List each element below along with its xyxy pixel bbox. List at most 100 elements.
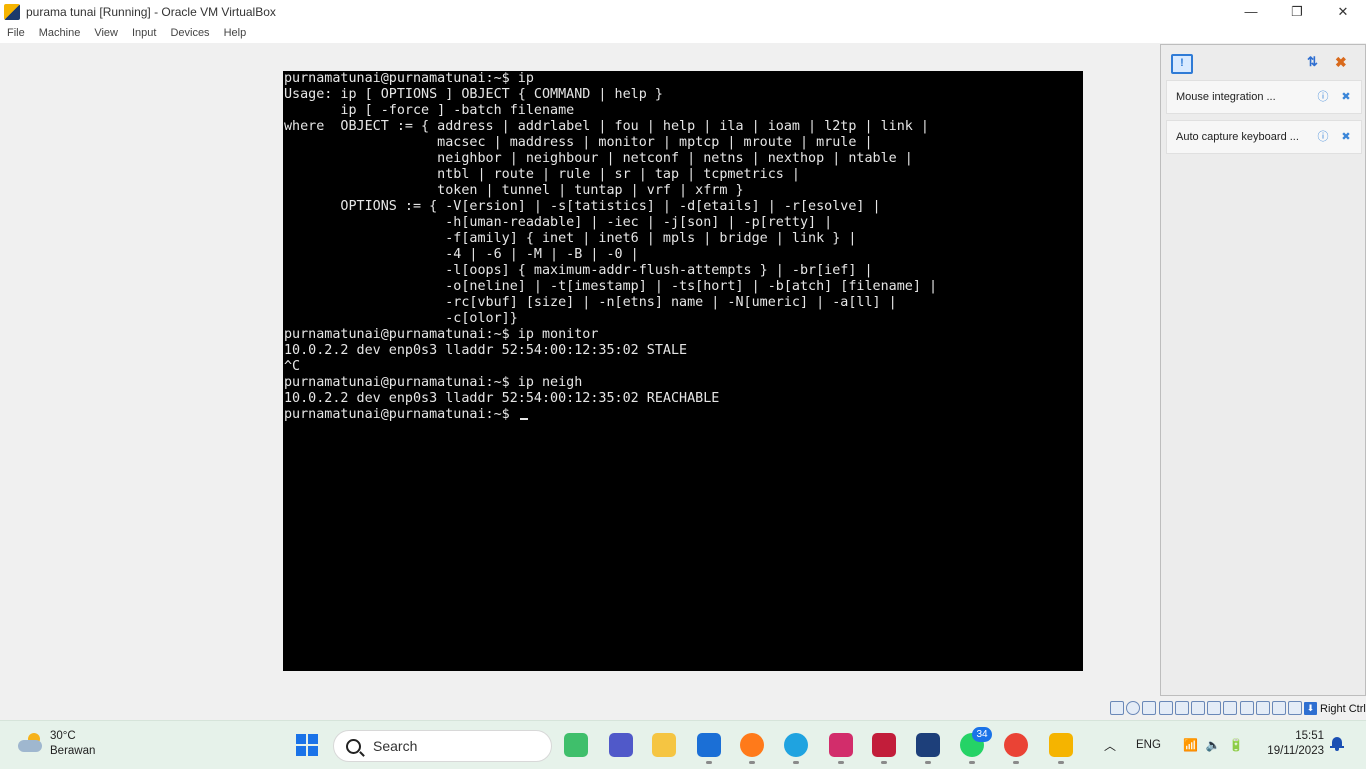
close-icon[interactable]: ✖ (1338, 89, 1354, 105)
virtualbox-icon[interactable] (916, 733, 940, 757)
cpu-icon[interactable] (1239, 701, 1254, 715)
running-indicator (881, 761, 887, 764)
menu-machine[interactable]: Machine (32, 27, 88, 39)
file-explorer-icon[interactable] (652, 733, 676, 757)
sort-icon[interactable]: ⇅ (1307, 54, 1323, 70)
terminal-line: purnamatunai@purnamatunai:~$ ip neigh (284, 375, 583, 390)
system-tray: ︿ ENG 📶 🔈 🔋 (1104, 721, 1252, 769)
dismiss-all-icon[interactable]: ✖ (1335, 54, 1351, 70)
search-placeholder: Search (373, 738, 418, 754)
terminal-line: ip [ -force ] -batch filename (284, 103, 575, 118)
host-key-label: Right Ctrl (1320, 702, 1366, 715)
host-key-arrow-icon: ⬇ (1304, 702, 1317, 715)
terminal-line: -o[neline] | -t[imestamp] | -ts[hort] | … (284, 279, 938, 294)
notification-bell-icon[interactable] (1330, 737, 1344, 751)
weather-condition: Berawan (50, 745, 96, 757)
copilot-icon[interactable] (564, 733, 588, 757)
clock[interactable]: 15:51 19/11/2023 (1258, 729, 1324, 759)
terminal-line: -4 | -6 | -M | -B | -0 | (284, 247, 639, 262)
wifi-icon[interactable]: 📶 (1183, 738, 1198, 752)
menu-view[interactable]: View (87, 27, 125, 39)
start-button[interactable] (296, 734, 318, 756)
running-indicator (1058, 761, 1064, 764)
close-button[interactable]: ✕ (1320, 0, 1366, 23)
terminal-line: 10.0.2.2 dev enp0s3 lladdr 52:54:00:12:3… (284, 343, 688, 358)
chevron-up-icon[interactable]: ︿ (1104, 737, 1116, 754)
device-status-icons (1110, 701, 1304, 715)
terminal-line: ^C (284, 359, 301, 374)
window-title: purama tunai [Running] - Oracle VM Virtu… (26, 4, 276, 19)
mouse-icon[interactable] (1255, 701, 1270, 715)
weather-cloudy-icon (16, 733, 44, 755)
minimize-button[interactable]: — (1228, 0, 1274, 23)
alert-icon[interactable]: ! (1171, 54, 1193, 74)
search-icon (346, 738, 361, 754)
battery-icon[interactable]: 🔋 (1229, 738, 1244, 752)
network-icon[interactable] (1158, 701, 1173, 715)
terminal-output: purnamatunai@purnamatunai:~$ ip Usage: ip… (283, 71, 1083, 423)
vm-window-icon[interactable] (1223, 701, 1238, 715)
running-indicator (706, 761, 712, 764)
virtualbox-icon (4, 3, 20, 20)
notification-auto-capture-keyboard[interactable]: Auto capture keyboard ... ⓘ ✖ (1166, 120, 1362, 154)
terminal-prompt-line: purnamatunai@purnamatunai:~$ (284, 407, 1083, 423)
menu-devices[interactable]: Devices (163, 27, 216, 39)
menu-help[interactable]: Help (217, 27, 254, 39)
menu-file[interactable]: File (0, 27, 32, 39)
notification-mouse-integration[interactable]: Mouse integration ... ⓘ ✖ (1166, 80, 1362, 114)
weather-temp: 30°C (50, 730, 76, 742)
restore-button[interactable]: ❐ (1274, 0, 1320, 23)
windows-taskbar: 30°C Berawan Search 34 ︿ ENG 📶 🔈 🔋 15:51… (0, 720, 1366, 769)
teams-icon[interactable] (609, 733, 633, 757)
menu-input[interactable]: Input (125, 27, 163, 39)
usb-icon[interactable] (1142, 701, 1157, 715)
running-indicator (838, 761, 844, 764)
snipping-tool-icon[interactable] (829, 733, 853, 757)
weather-widget[interactable]: 30°C Berawan (16, 729, 95, 759)
close-icon[interactable]: ✖ (1338, 129, 1354, 145)
notification-text: Auto capture keyboard ... (1176, 131, 1299, 143)
whatsapp-badge: 34 (972, 727, 992, 742)
audio-icon[interactable] (1126, 701, 1141, 715)
notification-toolbar: ! ⇅ ✖ (1161, 45, 1365, 79)
chrome-icon[interactable] (1004, 733, 1028, 757)
info-icon[interactable]: ⓘ (1315, 129, 1331, 145)
terminal-line: OPTIONS := { -V[ersion] | -s[tatistics] … (284, 199, 881, 214)
virtualbox-running-icon[interactable] (1049, 733, 1073, 757)
terminal-line: ntbl | route | rule | sr | tap | tcpmetr… (284, 167, 800, 182)
terminal-line: -rc[vbuf] [size] | -n[etns] name | -N[um… (284, 295, 897, 310)
edge-icon[interactable] (784, 733, 808, 757)
terminal-line: purnamatunai@purnamatunai:~$ ip (284, 71, 534, 86)
wps-office-icon[interactable] (872, 733, 896, 757)
running-indicator (793, 761, 799, 764)
notification-center: ! ⇅ ✖ Mouse integration ... ⓘ ✖ Auto cap… (1160, 44, 1366, 696)
title-bar: purama tunai [Running] - Oracle VM Virtu… (0, 0, 1366, 23)
menu-bar: File Machine View Input Devices Help (0, 23, 1366, 43)
terminal-line: -f[amily] { inet | inet6 | mpls | bridge… (284, 231, 857, 246)
volume-icon[interactable]: 🔈 (1206, 738, 1221, 752)
running-indicator (925, 761, 931, 764)
language-indicator[interactable]: ENG (1136, 739, 1161, 751)
running-indicator (1013, 761, 1019, 764)
taskbar-search[interactable]: Search (333, 730, 552, 762)
windows-security-icon[interactable] (697, 733, 721, 757)
clock-date: 19/11/2023 (1267, 745, 1324, 757)
optical-drive-icon[interactable] (1110, 701, 1124, 715)
vm-status-bar: ⬇ Right Ctrl (0, 697, 1366, 720)
display-icon[interactable] (1190, 701, 1205, 715)
terminal-line: token | tunnel | tuntap | vrf | xfrm } (284, 183, 744, 198)
terminal-line: -c[olor]} (284, 311, 518, 326)
shared-folders-icon[interactable] (1174, 701, 1189, 715)
recording-icon[interactable] (1207, 701, 1222, 715)
host-key-icon[interactable] (1288, 701, 1303, 715)
keyboard-icon[interactable] (1271, 701, 1286, 715)
window-controls: — ❐ ✕ (1228, 0, 1366, 23)
terminal-line: -l[oops] { maximum-addr-flush-attempts }… (284, 263, 873, 278)
host-key-indicator[interactable]: ⬇ Right Ctrl (1304, 702, 1366, 715)
terminal-line: 10.0.2.2 dev enp0s3 lladdr 52:54:00:12:3… (284, 391, 720, 406)
firefox-icon[interactable] (740, 733, 764, 757)
vm-terminal-screen[interactable]: purnamatunai@purnamatunai:~$ ip Usage: ip… (283, 71, 1083, 671)
info-icon[interactable]: ⓘ (1315, 89, 1331, 105)
running-indicator (749, 761, 755, 764)
terminal-line: -h[uman-readable] | -iec | -j[son] | -p[… (284, 215, 833, 230)
